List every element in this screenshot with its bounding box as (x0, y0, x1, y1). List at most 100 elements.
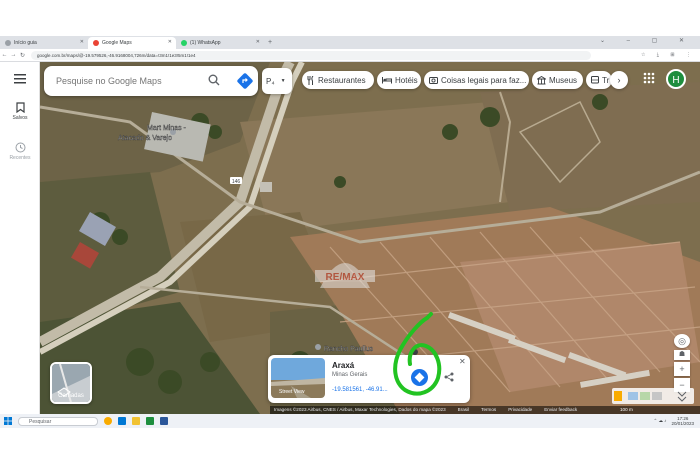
directions-icon (414, 372, 425, 383)
close-icon[interactable]: ✕ (256, 39, 260, 45)
tab-label: (1) WhatsApp (190, 40, 221, 46)
back-icon[interactable]: ← (0, 52, 9, 58)
windows-start-icon[interactable] (4, 417, 12, 425)
link-privacidade[interactable]: Privacidade (508, 406, 532, 414)
chip-restaurantes[interactable]: Restaurantes (302, 71, 374, 89)
excel-icon[interactable] (146, 417, 154, 425)
close-icon[interactable]: ✕ (459, 357, 466, 366)
saved-button[interactable]: Salvos (0, 102, 40, 121)
search-input[interactable] (56, 76, 196, 86)
caret-down-icon: ▼ (280, 78, 286, 84)
clock[interactable]: 17:26 20/01/2023 (671, 416, 694, 426)
chip-transit[interactable]: Tr (586, 71, 612, 89)
chip-hoteis[interactable]: Hotéis (377, 71, 421, 89)
chevron-right-icon: › (617, 75, 621, 85)
hamburger-icon (14, 74, 26, 84)
link-feedback[interactable]: Enviar feedback (544, 406, 577, 414)
card-directions-button[interactable] (411, 369, 428, 386)
map-attribution: Imagens ©2023 Airbus, CNES / Airbus, Max… (270, 406, 700, 414)
chip-label: Hotéis (395, 75, 418, 85)
tab-google-maps[interactable]: Google Maps ✕ (88, 37, 176, 49)
screenshot: Início guia ✕ Google Maps ✕ (1) WhatsApp… (0, 0, 700, 467)
taskbar-search-placeholder: Pesquisar (29, 418, 52, 425)
browser-toolbar-icons[interactable]: ☆ ⤓ ⊞ ⋮ (641, 52, 696, 58)
address-bar-row: ← → ↻ google.com.br/maps/@-19.579526,-46… (0, 49, 700, 62)
pegman-icon (614, 391, 622, 401)
chrome-icon[interactable] (104, 417, 112, 425)
layers-button[interactable]: Camadas (50, 362, 92, 404)
place-name: Araxá (332, 361, 355, 370)
url-field[interactable]: google.com.br/maps/@-19.579526,-46.91680… (31, 50, 591, 60)
my-location-button[interactable]: ◎ (674, 334, 690, 348)
file-explorer-icon[interactable] (132, 417, 140, 425)
maps-sidebar: Salvos Recentes (0, 62, 40, 414)
recent-button[interactable]: Recentes (0, 142, 40, 161)
search-icon[interactable] (208, 74, 220, 86)
location-target-icon: ◎ (678, 336, 686, 346)
chip-label: Restaurantes (318, 75, 366, 85)
zoom-in-button[interactable]: + (674, 362, 690, 376)
bed-icon (382, 77, 392, 84)
layers-label: Camadas (58, 393, 84, 399)
bottom-map-widgets[interactable] (612, 388, 694, 404)
edge-icon[interactable] (118, 417, 126, 425)
chips-next-button[interactable]: › (610, 71, 628, 89)
search-box (44, 66, 258, 96)
close-icon[interactable]: ✕ (80, 39, 84, 45)
window-controls[interactable]: ⌄ – ▢ ✕ (600, 37, 694, 44)
share-icon[interactable] (444, 372, 454, 382)
browser-tab-bar: Início guia ✕ Google Maps ✕ (1) WhatsApp… (0, 36, 700, 49)
tab-inicio-guia[interactable]: Início guia ✕ (0, 37, 88, 49)
street-view-label: Street View (279, 389, 305, 395)
tray-icons[interactable]: ⌃ ☁ ♪ (653, 418, 666, 424)
place-subtitle: Minas Gerais (332, 372, 368, 378)
link-termos[interactable]: Termos (481, 406, 496, 414)
link-brasil[interactable]: Brasil (458, 406, 470, 414)
tab-whatsapp[interactable]: (1) WhatsApp ✕ (176, 37, 264, 49)
chevrons-icon (677, 391, 687, 402)
widget-thumbnails (614, 391, 687, 402)
bookmark-icon (15, 102, 25, 113)
saved-label: Salvos (12, 115, 28, 121)
museum-icon (537, 75, 546, 84)
google-maps-app: 146 Mart Minas - Atacado & Varejo Rancho… (0, 62, 700, 414)
reload-icon[interactable]: ↻ (18, 52, 27, 59)
new-tab-button[interactable]: + (268, 37, 272, 49)
avatar[interactable]: H (666, 69, 686, 89)
remax-watermark: RE/MAX (315, 263, 375, 288)
place-card: Street View Araxá Minas Gerais -19.58156… (268, 355, 470, 403)
close-icon[interactable]: ✕ (168, 39, 172, 45)
apps-grid-icon[interactable] (643, 72, 655, 84)
taskbar-search[interactable]: Pesquisar (18, 416, 98, 426)
maps-pin-icon (93, 40, 99, 46)
pegman-icon[interactable]: ☗ (674, 350, 690, 360)
clock-date: 20/01/2023 (671, 421, 694, 426)
scale-bar-label: 100 m (620, 407, 633, 412)
map-type-dropdown[interactable]: P₄ ▼ (262, 68, 292, 94)
fork-knife-icon (307, 75, 314, 85)
chip-coisas-legais[interactable]: Coisas legais para faz... (424, 71, 529, 89)
map-type-label: P₄ (266, 76, 275, 86)
forward-icon[interactable]: → (9, 52, 18, 58)
windows-taskbar: Pesquisar ⌃ ☁ ♪ 17:26 20/01/2023 (0, 414, 700, 428)
system-tray: ⌃ ☁ ♪ 17:26 20/01/2023 (653, 414, 694, 428)
store-label-line-1: Mart Minas - (147, 125, 187, 132)
chip-label: Tr (602, 75, 610, 85)
tab-favicon (5, 40, 11, 46)
chip-museus[interactable]: Museus (532, 71, 583, 89)
word-icon[interactable] (160, 417, 168, 425)
camera-icon (429, 77, 438, 84)
history-icon (15, 142, 25, 153)
tab-label: Início guia (14, 40, 37, 46)
road-shield-label: 146 (232, 179, 241, 185)
chip-label: Museus (549, 75, 578, 85)
imagery-credit: Imagens ©2023 Airbus, CNES / Airbus, Max… (274, 407, 446, 412)
rancho-paullus-label: Rancho Paullus (324, 346, 374, 353)
directions-icon[interactable] (236, 72, 254, 90)
map-controls: ◎ ☗ + − (672, 334, 692, 394)
menu-button[interactable] (0, 74, 40, 86)
plus-icon: + (679, 364, 685, 374)
recent-label: Recentes (9, 155, 31, 161)
street-view-thumbnail[interactable]: Street View (271, 358, 325, 398)
place-coordinates[interactable]: -19.581561, -46.91... (332, 387, 388, 393)
